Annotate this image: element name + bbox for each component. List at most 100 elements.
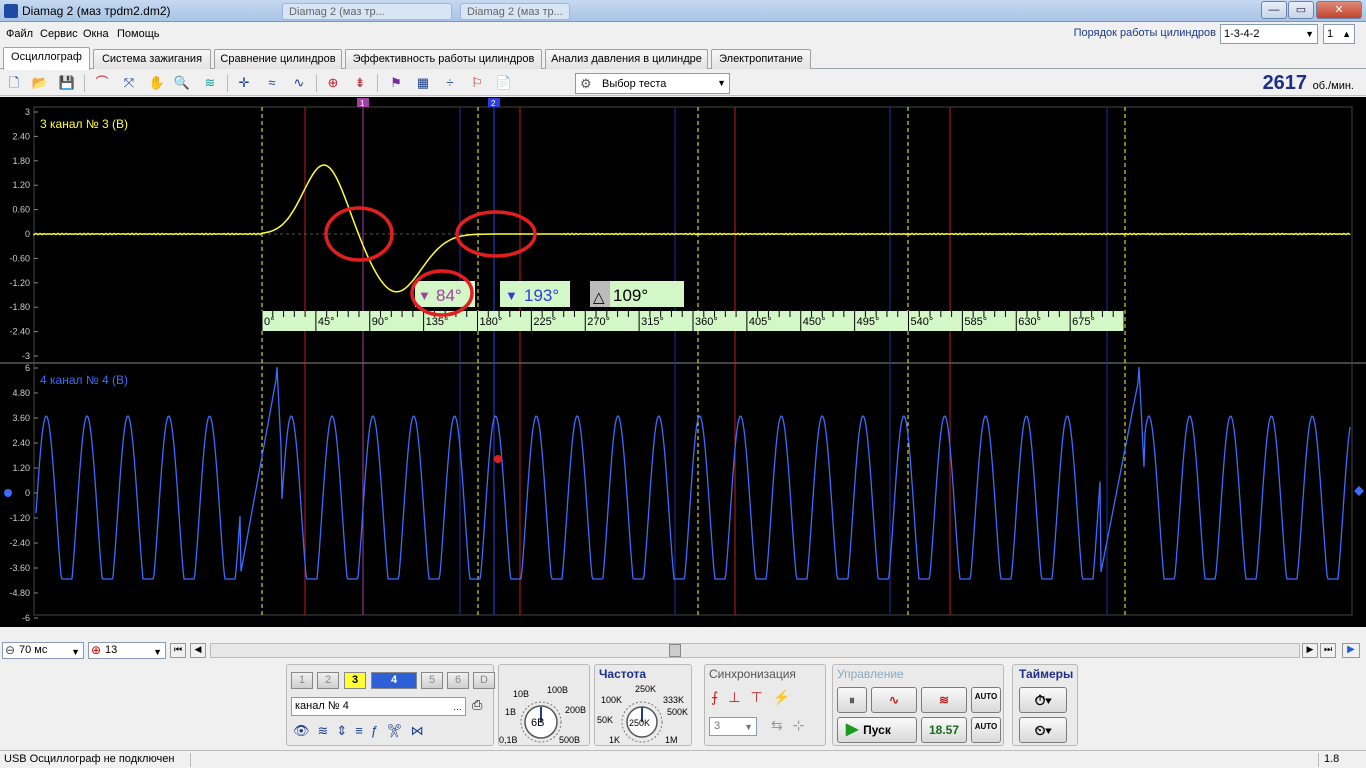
- axis-scale-icon[interactable]: ⤧: [119, 73, 139, 93]
- crosshair-icon[interactable]: ✛: [234, 73, 254, 93]
- flag-icon[interactable]: ⚐: [467, 73, 487, 93]
- scrollbar-thumb[interactable]: [669, 644, 681, 657]
- y-tick-label: 2.40: [12, 438, 30, 448]
- grid-icon[interactable]: ▦: [413, 73, 433, 93]
- angle-tick-label: 360°: [695, 316, 718, 328]
- ignition-coil-icon[interactable]: ⌒: [92, 73, 112, 93]
- export-icon[interactable]: ⎙: [472, 697, 482, 713]
- firing-order-select[interactable]: 1-3-4-2 ▼: [1220, 24, 1318, 44]
- sync-edge-icons[interactable]: ⇆⊹: [771, 717, 814, 734]
- auto-scale-icon[interactable]: ⊕: [323, 73, 343, 93]
- prev-frame-button[interactable]: ◀: [190, 643, 206, 658]
- angle-tick-label: 90°: [372, 316, 389, 328]
- tab-ignition[interactable]: Система зажигания: [93, 49, 211, 69]
- sync-mode-icons[interactable]: ⨍⊥⊤⚡: [711, 689, 800, 706]
- cursor-point[interactable]: [494, 455, 502, 463]
- cylinder-select[interactable]: 1 ▲: [1323, 24, 1355, 44]
- channel-tool-icons[interactable]: 👁≋⇕≡ƒ✂⋈: [293, 723, 432, 739]
- auto-button[interactable]: AUTO: [971, 687, 1001, 713]
- angle-tick-label: 315°: [641, 316, 664, 328]
- tab-power-supply[interactable]: Электропитание: [711, 49, 811, 69]
- toolbar-separator: [227, 74, 228, 92]
- y-tick-label: -2.40: [9, 327, 30, 337]
- y-tick-label: -1.20: [9, 278, 30, 288]
- zoom-icon[interactable]: 🔍: [172, 73, 192, 93]
- divider-icon[interactable]: ÷: [440, 73, 460, 93]
- menu-help[interactable]: Помощь: [117, 28, 160, 40]
- chevron-down-icon: ▼: [717, 78, 726, 88]
- tab-cylinder-efficiency[interactable]: Эффективность работы цилиндров: [345, 49, 542, 69]
- timebase-select[interactable]: ⊖ 70 мс ▼: [2, 642, 84, 659]
- tab-oscilloscope[interactable]: Осциллограф: [3, 47, 90, 70]
- oscilloscope-view[interactable]: 3 2.40 1.80 1.20 0.60 0 -0.60 -1.20 -1.80 -2.40 -3…: [0, 97, 1366, 627]
- ch4-zero-marker-right[interactable]: [1354, 486, 1364, 496]
- overlay-waves-icon[interactable]: ≈: [262, 73, 282, 93]
- ch4-zero-marker[interactable]: [4, 489, 12, 497]
- y-tick-label: 0: [25, 229, 30, 239]
- frequency-panel: Частота 250K 250K 100K 333K 500K 50K 1K …: [594, 664, 692, 746]
- pause-button[interactable]: ⏸: [837, 687, 867, 713]
- tab-pressure-analysis[interactable]: Анализ давления в цилиндре: [545, 49, 708, 69]
- channel-4-label: 4 канал № 4 (В): [40, 373, 128, 387]
- multi-wave-button[interactable]: ≋: [921, 687, 967, 713]
- channel-digital-button[interactable]: D: [473, 672, 495, 689]
- maximize-button[interactable]: ▭: [1288, 1, 1314, 19]
- angle-tick-label: 495°: [857, 316, 880, 328]
- y-tick-label: 1.20: [12, 180, 30, 190]
- angle-tick-label: 225°: [533, 316, 556, 328]
- menu-windows[interactable]: Окна: [83, 28, 109, 40]
- channel-2-button[interactable]: 2: [317, 672, 339, 689]
- chevron-down-icon: ▼: [153, 647, 162, 657]
- start-button[interactable]: ▶ Пуск: [837, 717, 917, 743]
- hand-pan-icon[interactable]: ✋: [147, 73, 167, 93]
- filter-icon[interactable]: ≋: [200, 73, 220, 93]
- scope-canvas[interactable]: 3 2.40 1.80 1.20 0.60 0 -0.60 -1.20 -1.80 -2.40 -3…: [0, 97, 1366, 627]
- channel-5-button[interactable]: 5: [421, 672, 443, 689]
- sine-mode-button[interactable]: ∿: [871, 687, 917, 713]
- svg-text:84°: 84°: [436, 286, 462, 305]
- channel-4-button[interactable]: 4: [371, 672, 417, 689]
- sync-channel-select[interactable]: 3 ▼: [709, 717, 757, 736]
- timeline-scrollbar[interactable]: [210, 643, 1300, 658]
- first-frame-button[interactable]: ⏮: [170, 643, 186, 658]
- y-tick-label: -0.60: [9, 253, 30, 263]
- close-button[interactable]: ✕: [1316, 1, 1362, 19]
- menu-file[interactable]: Файл: [6, 28, 33, 40]
- frame-select[interactable]: ⊕ 13 ▼: [88, 642, 166, 659]
- y-tick-label: 6: [25, 363, 30, 373]
- y-tick-label: -3.60: [9, 563, 30, 573]
- channel-1-button[interactable]: 1: [291, 672, 313, 689]
- zero-offset-icon[interactable]: ⇟: [350, 73, 370, 93]
- angle-tick-label: 45°: [318, 316, 335, 328]
- next-frame-button[interactable]: ▶: [1302, 643, 1318, 658]
- angle-tick-label: 585°: [964, 316, 987, 328]
- save-icon[interactable]: 💾: [57, 73, 77, 93]
- timer-2-button[interactable]: ⏲▾: [1019, 717, 1067, 743]
- taskbar-window-2[interactable]: Diamag 2 (маз тр...: [460, 3, 570, 20]
- timer-1-button[interactable]: ⏱▾: [1019, 687, 1067, 713]
- new-file-icon[interactable]: 🗋: [4, 73, 24, 93]
- status-message: USB Осциллограф не подключен: [4, 753, 175, 765]
- test-select[interactable]: ⚙ Выбор теста ▼: [575, 73, 730, 94]
- compare-waves-icon[interactable]: ∿: [289, 73, 309, 93]
- channel-6-button[interactable]: 6: [447, 672, 469, 689]
- open-folder-icon[interactable]: 📂: [30, 73, 50, 93]
- taskbar-window-1[interactable]: Diamag 2 (маз тр...: [282, 3, 452, 20]
- channel-name-input[interactable]: канал № 4…: [291, 697, 466, 716]
- svg-text:109°: 109°: [613, 286, 648, 305]
- marker-icon[interactable]: ⚑: [386, 73, 406, 93]
- delta-icon: △: [593, 289, 605, 306]
- tab-cylinder-compare[interactable]: Сравнение цилиндров: [214, 49, 342, 69]
- play-frame-button[interactable]: ▶: [1342, 643, 1360, 658]
- minimize-button[interactable]: —: [1261, 1, 1287, 19]
- menu-service[interactable]: Сервис: [40, 28, 78, 40]
- play-icon: ▶: [846, 721, 859, 738]
- interval-value[interactable]: 18.57: [921, 717, 967, 743]
- y-tick-label: -4.80: [9, 588, 30, 598]
- y-tick-label: 3.60: [12, 413, 30, 423]
- notes-icon[interactable]: 📄: [494, 73, 514, 93]
- last-frame-button[interactable]: ⏭: [1320, 643, 1336, 658]
- svg-text:2: 2: [491, 99, 496, 108]
- auto-trigger-button[interactable]: AUTO: [971, 717, 1001, 743]
- channel-3-button[interactable]: 3: [344, 672, 366, 689]
